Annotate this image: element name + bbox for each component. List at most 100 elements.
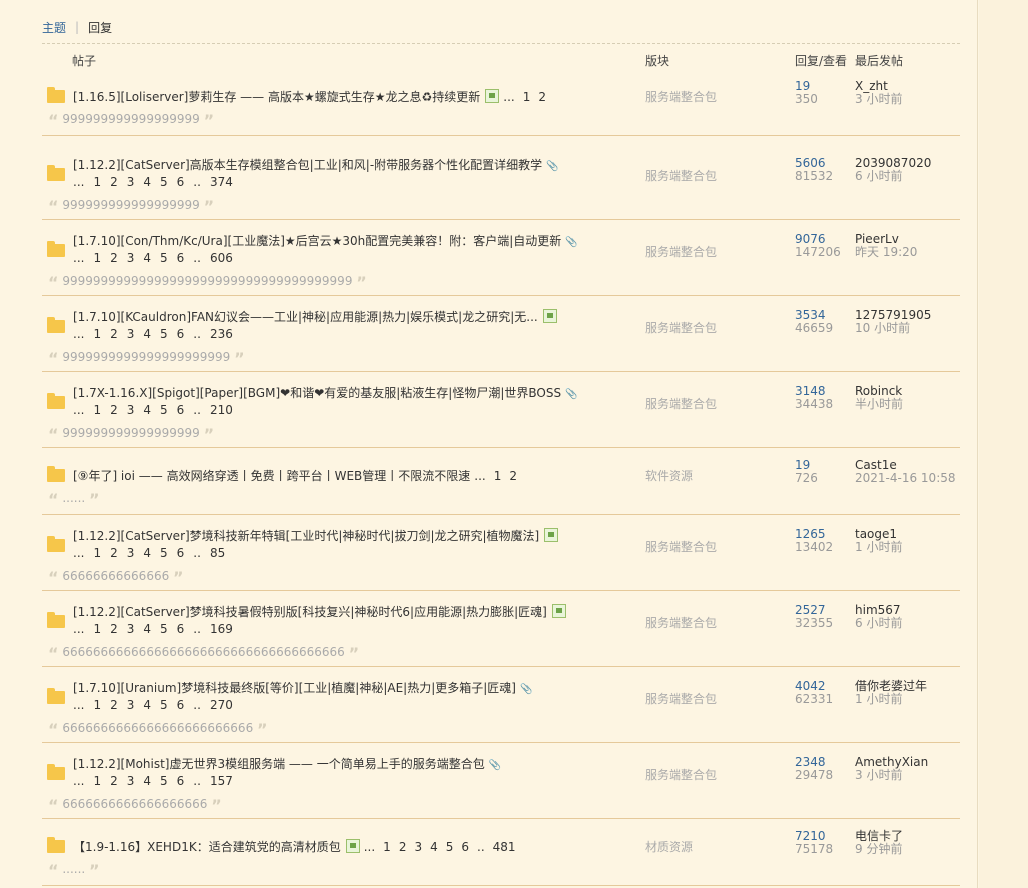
page-link[interactable]: 5 [160, 546, 168, 560]
page-link[interactable]: 157 [210, 774, 233, 788]
last-post-time[interactable]: 6 小时前 [855, 617, 902, 630]
page-link[interactable]: 2 [110, 546, 118, 560]
reply-preview[interactable]: “ ...... ” [48, 861, 100, 880]
page-link[interactable]: 5 [160, 403, 168, 417]
page-link[interactable]: 4 [143, 622, 151, 636]
page-link[interactable]: 6 [177, 622, 185, 636]
last-post-time[interactable]: 昨天 19:20 [855, 246, 917, 259]
page-link[interactable]: 6 [177, 251, 185, 265]
page-link[interactable]: 1 [93, 327, 101, 341]
page-link[interactable]: 6 [461, 840, 469, 854]
page-link[interactable]: 236 [210, 327, 233, 341]
page-link[interactable]: 5 [160, 251, 168, 265]
tab-replies[interactable]: 回复 [88, 19, 112, 36]
page-link[interactable]: 3 [127, 251, 135, 265]
thread-title-link[interactable]: [1.16.5][Loliserver]萝莉生存 —— 高版本★螺旋式生存★龙之… [73, 90, 480, 104]
page-link[interactable]: 2 [110, 403, 118, 417]
thread-title-link[interactable]: [1.12.2][CatServer]高版本生存模组整合包|工业|和风|-附带服… [73, 158, 542, 172]
forum-link[interactable]: 服务端整合包 [645, 319, 717, 336]
page-link[interactable]: 4 [143, 403, 151, 417]
reply-preview[interactable]: “ 999999999999999999 ” [48, 425, 214, 444]
page-link[interactable]: 2 [110, 175, 118, 189]
thread-title-link[interactable]: [1.7X-1.16.X][Spigot][Paper][BGM]❤和谐❤有爱的… [73, 386, 561, 400]
page-link[interactable]: 6 [177, 774, 185, 788]
page-link[interactable]: 1 [93, 546, 101, 560]
page-link[interactable]: 6 [177, 175, 185, 189]
page-link[interactable]: 2 [538, 90, 546, 104]
page-link[interactable]: 1 [93, 403, 101, 417]
page-link[interactable]: 5 [160, 622, 168, 636]
forum-link[interactable]: 服务端整合包 [645, 243, 717, 260]
reply-preview[interactable]: “ 6666666666666666666666666 ” [48, 720, 268, 739]
reply-preview[interactable]: “ 999999999999999999 ” [48, 197, 214, 216]
forum-link[interactable]: 服务端整合包 [645, 538, 717, 555]
reply-preview[interactable]: “ 6666666666666666666 ” [48, 796, 222, 815]
last-post-time[interactable]: 9 分钟前 [855, 843, 903, 856]
page-link[interactable]: 4 [430, 840, 438, 854]
reply-preview[interactable]: “ ...... ” [48, 490, 100, 509]
page-link[interactable]: 5 [160, 774, 168, 788]
last-post-time[interactable]: 半小时前 [855, 398, 903, 411]
page-link[interactable]: 3 [127, 327, 135, 341]
page-link[interactable]: 1 [93, 175, 101, 189]
page-link[interactable]: 2 [509, 469, 517, 483]
last-post-time[interactable]: 1 小时前 [855, 541, 902, 554]
page-link[interactable]: 3 [127, 698, 135, 712]
page-link[interactable]: 3 [127, 175, 135, 189]
page-link[interactable]: 270 [210, 698, 233, 712]
reply-preview[interactable]: “ 999999999999999999 ” [48, 111, 214, 130]
page-link[interactable]: 4 [143, 698, 151, 712]
page-link[interactable]: 1 [494, 469, 502, 483]
last-post-time[interactable]: 2021-4-16 10:58 [855, 472, 956, 485]
page-link[interactable]: 1 [93, 774, 101, 788]
page-link[interactable]: 2 [399, 840, 407, 854]
last-post-time[interactable]: 1 小时前 [855, 693, 927, 706]
forum-link[interactable]: 服务端整合包 [645, 88, 717, 105]
thread-title-link[interactable]: 【1.9-1.16】XEHD1K：适合建筑党的高清材质包 [73, 840, 341, 854]
page-link[interactable]: 1 [523, 90, 531, 104]
thread-title-link[interactable]: [⑨年了] ioi —— 高效网络穿透丨免费丨跨平台丨WEB管理丨不限流不限速 [73, 469, 470, 483]
page-link[interactable]: 2 [110, 622, 118, 636]
thread-title-link[interactable]: [1.12.2][Mohist]虚无世界3模组服务端 —— 一个简单易上手的服务… [73, 757, 485, 771]
reply-preview[interactable]: “ 99999999999999999999999999999999999999… [48, 273, 367, 292]
page-link[interactable]: 4 [143, 327, 151, 341]
thread-title-link[interactable]: [1.12.2][CatServer]梦境科技暑假特别版[科技复兴|神秘时代6|… [73, 605, 547, 619]
page-link[interactable]: 4 [143, 251, 151, 265]
page-link[interactable]: 3 [127, 403, 135, 417]
last-post-time[interactable]: 6 小时前 [855, 170, 931, 183]
page-link[interactable]: 1 [383, 840, 391, 854]
page-link[interactable]: 2 [110, 774, 118, 788]
page-link[interactable]: 481 [493, 840, 516, 854]
page-link[interactable]: 1 [93, 698, 101, 712]
page-link[interactable]: 85 [210, 546, 225, 560]
page-link[interactable]: 2 [110, 327, 118, 341]
page-link[interactable]: 1 [93, 622, 101, 636]
page-link[interactable]: 4 [143, 546, 151, 560]
page-link[interactable]: 3 [127, 622, 135, 636]
forum-link[interactable]: 材质资源 [645, 838, 693, 855]
forum-link[interactable]: 服务端整合包 [645, 766, 717, 783]
page-link[interactable]: 3 [127, 774, 135, 788]
page-link[interactable]: 2 [110, 698, 118, 712]
last-post-time[interactable]: 3 小时前 [855, 93, 902, 106]
page-link[interactable]: 2 [110, 251, 118, 265]
page-link[interactable]: 6 [177, 327, 185, 341]
forum-link[interactable]: 服务端整合包 [645, 690, 717, 707]
page-link[interactable]: 3 [414, 840, 422, 854]
last-post-time[interactable]: 10 小时前 [855, 322, 931, 335]
thread-title-link[interactable]: [1.7.10][Uranium]梦境科技最终版[等价][工业|植魔|神秘|AE… [73, 681, 516, 695]
page-link[interactable]: 5 [446, 840, 454, 854]
reply-preview[interactable]: “ 66666666666666 ” [48, 568, 184, 587]
reply-preview[interactable]: “ 6666666666666666666666666666666666666 … [48, 644, 359, 663]
thread-title-link[interactable]: [1.12.2][CatServer]梦境科技新年特辑[工业时代|神秘时代|拔刀… [73, 529, 539, 543]
forum-link[interactable]: 服务端整合包 [645, 395, 717, 412]
page-link[interactable]: 5 [160, 327, 168, 341]
thread-title-link[interactable]: [1.7.10][KCauldron]FAN幻议会——工业|神秘|应用能源|热力… [73, 310, 538, 324]
forum-link[interactable]: 软件资源 [645, 467, 693, 484]
last-post-time[interactable]: 3 小时前 [855, 769, 928, 782]
page-link[interactable]: 4 [143, 175, 151, 189]
page-link[interactable]: 6 [177, 698, 185, 712]
forum-link[interactable]: 服务端整合包 [645, 614, 717, 631]
page-link[interactable]: 374 [210, 175, 233, 189]
page-link[interactable]: 210 [210, 403, 233, 417]
